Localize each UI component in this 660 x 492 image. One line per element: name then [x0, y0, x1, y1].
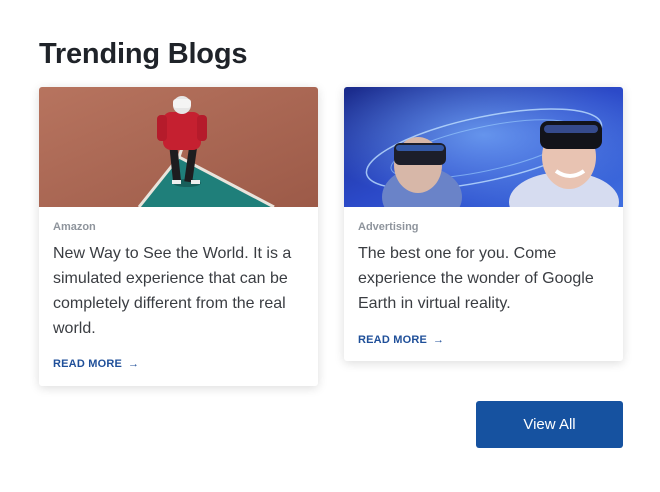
blog-card: Amazon New Way to See the World. It is a…	[39, 87, 318, 386]
blog-excerpt: New Way to See the World. It is a simula…	[53, 245, 292, 337]
read-more-label: READ MORE	[53, 358, 123, 370]
blog-category: Advertising	[358, 221, 419, 233]
blog-category: Amazon	[53, 221, 96, 233]
read-more-link[interactable]: READ MORE →	[358, 334, 444, 346]
read-more-link[interactable]: READ MORE →	[53, 358, 139, 370]
blog-card-image[interactable]	[39, 87, 318, 207]
blog-card: Advertising The best one for you. Come e…	[344, 87, 623, 361]
read-more-label: READ MORE	[358, 334, 428, 346]
vr-person-court-image	[39, 87, 318, 207]
arrow-right-icon: →	[433, 333, 445, 346]
vr-headsets-blue-image	[344, 87, 623, 207]
blog-card-image[interactable]	[344, 87, 623, 207]
view-all-button[interactable]: View All	[476, 401, 623, 448]
section-title: Trending Blogs	[39, 38, 248, 70]
arrow-right-icon: →	[128, 357, 140, 370]
blog-excerpt: The best one for you. Come experience th…	[358, 245, 594, 312]
